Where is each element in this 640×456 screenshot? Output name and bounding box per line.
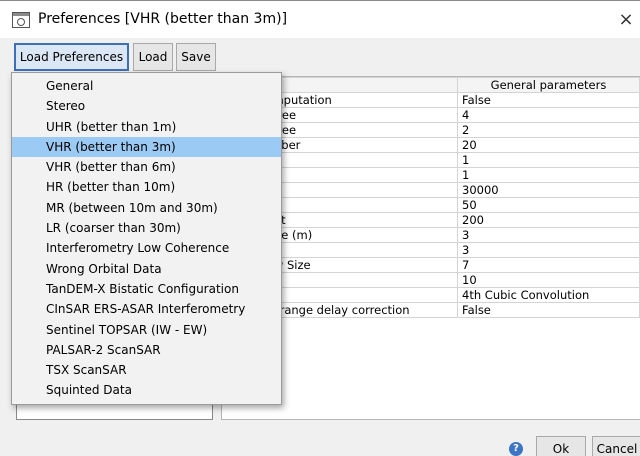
table-row[interactable]: w Size3 xyxy=(221,242,640,258)
menu-item[interactable]: HR (better than 10m) xyxy=(12,177,281,197)
table-row[interactable]: Poly Degree2 xyxy=(221,122,640,138)
parameter-value-cell[interactable]: False xyxy=(457,302,640,318)
menu-item[interactable]: Interferometry Low Coherence xyxy=(12,238,281,258)
title-bar: Preferences [VHR (better than 3m)] × xyxy=(0,0,640,38)
parameter-value-cell[interactable]: 3 xyxy=(457,242,640,258)
table-row[interactable]: Poly Degree4 xyxy=(221,107,640,123)
load-button[interactable]: Load xyxy=(133,43,173,71)
table-row[interactable]: Increment200 xyxy=(221,212,640,228)
parameters-table: General parameters ooks ComputationFalse… xyxy=(221,77,640,318)
parameter-value-cell[interactable]: 4th Cubic Convolution xyxy=(457,287,640,303)
table-header-row: General parameters xyxy=(221,77,640,93)
menu-item[interactable]: VHR (better than 6m) xyxy=(12,157,281,177)
parameter-value-cell[interactable]: 30000 xyxy=(457,182,640,198)
parameters-table-body: ooks ComputationFalsePoly Degree4Poly De… xyxy=(221,92,640,318)
menu-item[interactable]: TanDEM-X Bistatic Configuration xyxy=(12,279,281,299)
ok-button[interactable]: Ok xyxy=(536,436,586,456)
menu-item[interactable]: Squinted Data xyxy=(12,380,281,400)
close-icon[interactable]: × xyxy=(612,8,640,32)
menu-item[interactable]: CInSAR ERS-ASAR Interferometry xyxy=(12,299,281,319)
menu-item[interactable]: Stereo xyxy=(12,96,281,116)
parameter-value-cell[interactable]: 50 xyxy=(457,197,640,213)
parameters-panel: General parameters ooks ComputationFalse… xyxy=(221,76,640,420)
parameter-value-cell[interactable]: 2 xyxy=(457,122,640,138)
app-window-icon xyxy=(12,12,30,28)
table-row[interactable]: ospheric range delay correction False xyxy=(221,302,640,318)
load-preferences-button[interactable]: Load Preferences xyxy=(14,43,129,71)
menu-item[interactable]: VHR (better than 3m) xyxy=(12,136,281,158)
table-row[interactable]: c Grid Size (m)3 xyxy=(221,227,640,243)
parameter-value-cell[interactable]: 4 xyxy=(457,107,640,123)
parameter-value-cell[interactable]: 7 xyxy=(457,257,640,273)
load-preferences-menu: General Stereo UHR (better than 1m) VHR (be… xyxy=(11,72,282,405)
parameter-value-cell[interactable]: 20 xyxy=(457,137,640,153)
menu-item[interactable]: General xyxy=(12,76,281,96)
parameter-value-cell[interactable]: 200 xyxy=(457,212,640,228)
toolbar: Load Preferences Load Save xyxy=(0,38,640,74)
parameter-value-cell[interactable]: 1 xyxy=(457,152,640,168)
menu-item[interactable]: TSX ScanSAR xyxy=(12,360,281,380)
window-title: Preferences [VHR (better than 3m)] xyxy=(38,11,288,27)
menu-item[interactable]: Wrong Orbital Data xyxy=(12,259,281,279)
table-row[interactable]: ap50 xyxy=(221,197,640,213)
parameter-value-cell[interactable]: 10 xyxy=(457,272,640,288)
menu-item[interactable]: MR (between 10m and 30m) xyxy=(12,198,281,218)
table-row[interactable]: s1 xyxy=(221,167,640,183)
table-row[interactable]: olation10 xyxy=(221,272,640,288)
menu-item[interactable]: UHR (better than 1m) xyxy=(12,117,281,137)
help-icon[interactable]: ? xyxy=(509,442,523,456)
cancel-button[interactable]: Cancel xyxy=(592,436,640,456)
menu-item[interactable]: PALSAR-2 ScanSAR xyxy=(12,340,281,360)
parameter-value-cell[interactable]: False xyxy=(457,92,640,108)
parameter-value-cell[interactable]: 3 xyxy=(457,227,640,243)
table-row[interactable]: Poly Number20 xyxy=(221,137,640,153)
table-row[interactable]: ooks ComputationFalse xyxy=(221,92,640,108)
value-column-header: General parameters xyxy=(457,77,640,93)
table-row[interactable]: oks1 xyxy=(221,152,640,168)
table-row[interactable]: n Window Size7 xyxy=(221,257,640,273)
table-row[interactable]: Method4th Cubic Convolution xyxy=(221,287,640,303)
menu-item[interactable]: LR (coarser than 30m) xyxy=(12,218,281,238)
menu-item[interactable]: Sentinel TOPSAR (IW - EW) xyxy=(12,320,281,340)
parameter-value-cell[interactable]: 1 xyxy=(457,167,640,183)
preferences-window: Preferences [VHR (better than 3m)] × Loa… xyxy=(0,0,640,456)
table-row[interactable]: 30000 xyxy=(221,182,640,198)
save-button[interactable]: Save xyxy=(176,43,216,71)
